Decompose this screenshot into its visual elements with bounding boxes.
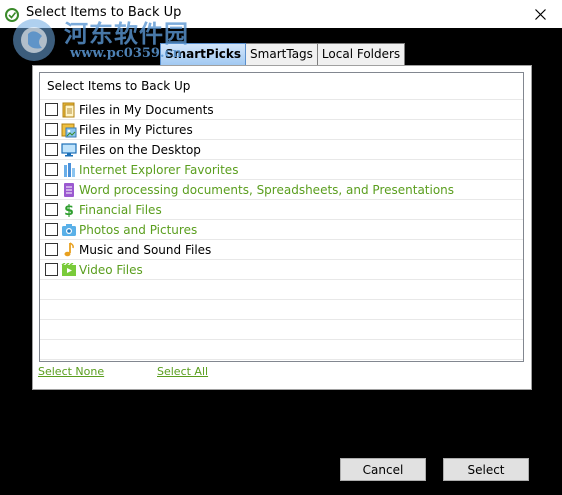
- dollar-icon: $: [61, 202, 77, 218]
- item-checkbox[interactable]: [45, 203, 58, 216]
- list-item: Word processing documents, Spreadsheets,…: [40, 180, 523, 200]
- app-icon: [5, 7, 19, 22]
- list-item: Music and Sound Files: [40, 240, 523, 260]
- list-item: [40, 340, 523, 360]
- svg-text:$: $: [64, 203, 74, 218]
- select-button[interactable]: Select: [443, 458, 529, 481]
- item-label: Word processing documents, Spreadsheets,…: [79, 182, 455, 197]
- list-item: Video Files: [40, 260, 523, 280]
- documents-icon: [61, 102, 77, 118]
- tab-local-folders[interactable]: Local Folders: [317, 43, 406, 66]
- list-item: [40, 280, 523, 300]
- item-label: Financial Files: [79, 202, 162, 217]
- item-checkbox[interactable]: [45, 103, 58, 116]
- camera-icon: [61, 222, 77, 238]
- item-checkbox[interactable]: [45, 263, 58, 276]
- tab-smartpicks[interactable]: SmartPicks: [160, 43, 247, 67]
- item-label: Photos and Pictures: [79, 222, 198, 237]
- list-item: Files on the Desktop: [40, 140, 523, 160]
- item-label: Files in My Documents: [79, 102, 214, 117]
- tab-smarttags[interactable]: SmartTags: [246, 43, 318, 66]
- items-list: Select Items to Back Up Files in My Docu…: [39, 72, 524, 362]
- list-item: Files in My Pictures: [40, 120, 523, 140]
- item-checkbox[interactable]: [45, 183, 58, 196]
- select-none-link[interactable]: Select None: [38, 365, 104, 378]
- item-label: Files in My Pictures: [79, 122, 193, 137]
- video-icon: [61, 262, 77, 278]
- item-checkbox[interactable]: [45, 143, 58, 156]
- list-item: Photos and Pictures: [40, 220, 523, 240]
- list-item: $ Financial Files: [40, 200, 523, 220]
- item-label: Music and Sound Files: [79, 242, 212, 257]
- cancel-button[interactable]: Cancel: [340, 458, 426, 481]
- office-docs-icon: [61, 182, 77, 198]
- window-title: Select Items to Back Up: [26, 5, 182, 20]
- item-checkbox[interactable]: [45, 163, 58, 176]
- item-checkbox[interactable]: [45, 243, 58, 256]
- list-item: Internet Explorer Favorites: [40, 160, 523, 180]
- music-note-icon: [61, 241, 77, 258]
- close-icon: [534, 5, 546, 24]
- tab-strip: SmartPicks SmartTags Local Folders: [160, 43, 406, 67]
- item-label: Internet Explorer Favorites: [79, 162, 239, 177]
- favorites-icon: [61, 162, 77, 178]
- title-bar: Select Items to Back Up: [0, 0, 562, 28]
- list-item: [40, 320, 523, 340]
- list-item: [40, 300, 523, 320]
- list-header: Select Items to Back Up: [40, 73, 523, 100]
- desktop-icon: [61, 142, 77, 158]
- close-button[interactable]: [518, 0, 562, 28]
- item-label: Video Files: [79, 262, 143, 277]
- item-label: Files on the Desktop: [79, 142, 201, 157]
- select-all-link[interactable]: Select All: [157, 365, 208, 378]
- smartpicks-panel: Select Items to Back Up Files in My Docu…: [32, 65, 532, 390]
- item-checkbox[interactable]: [45, 123, 58, 136]
- list-item: Files in My Documents: [40, 100, 523, 120]
- pictures-icon: [61, 122, 77, 138]
- item-checkbox[interactable]: [45, 223, 58, 236]
